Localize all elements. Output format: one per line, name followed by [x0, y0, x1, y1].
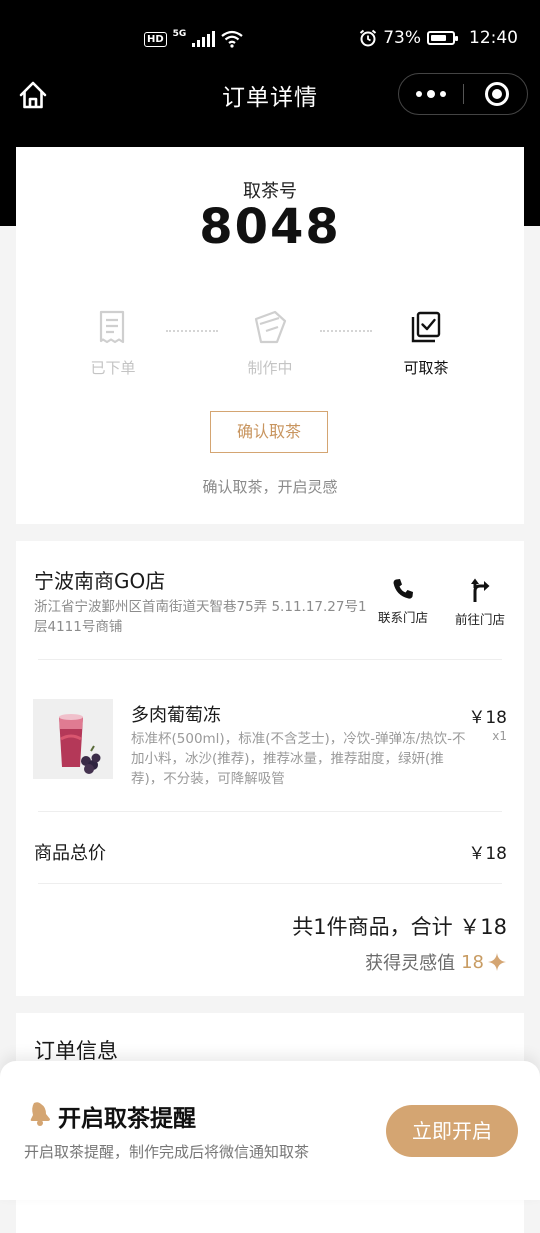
step-making: 制作中 — [220, 309, 320, 378]
reminder-description: 开启取茶提醒，制作完成后将微信通知取茶 — [24, 1143, 310, 1161]
battery-percent: 73% — [383, 28, 421, 48]
direction-turn-icon — [471, 578, 490, 602]
pickup-number: 8048 — [199, 199, 341, 255]
confirm-pickup-button[interactable]: 确认取茶 — [210, 411, 328, 453]
order-total: 共1件商品，合计 ￥18 — [292, 915, 507, 939]
step-label: 制作中 — [247, 359, 293, 377]
target-close-icon[interactable] — [485, 82, 509, 106]
status-right: 73% 12:40 — [359, 28, 518, 48]
status-bar: HD 5G 73% 12:40 — [0, 22, 540, 58]
step-label: 已下单 — [90, 359, 136, 377]
bell-icon — [30, 1102, 50, 1126]
divider — [38, 659, 502, 660]
step-connector — [320, 330, 372, 332]
grape-drink-image — [33, 699, 113, 779]
inspiration-value: 18 — [461, 951, 484, 973]
order-card: 宁波南商GO店 浙江省宁波鄞州区首南街道天智巷75弄 5.11.17.27号1层… — [16, 541, 524, 996]
step-connector — [166, 330, 218, 332]
contact-store-button[interactable]: 联系门店 — [368, 577, 438, 626]
step-ready: 可取茶 — [376, 309, 476, 378]
product-image — [33, 699, 113, 779]
inspiration-points: 获得灵感值 18 — [365, 949, 507, 975]
receipt-icon — [99, 310, 125, 344]
wifi-icon — [221, 30, 244, 48]
mini-program-capsule — [398, 73, 528, 115]
enable-reminder-button[interactable]: 立即开启 — [386, 1105, 518, 1157]
pickup-card: 取茶号 8048 已下单 制作中 可取茶 确认取茶 确认取茶，开启灵感 — [16, 147, 524, 524]
capsule-divider — [463, 84, 464, 104]
navigate-store-button[interactable]: 前往门店 — [445, 577, 515, 628]
product-spec: 标准杯(500ml)，标准(不含芝士)，冷饮-弹弹冻/热饮-不加小料，冰沙(推荐… — [131, 731, 466, 787]
divider — [38, 811, 502, 812]
navigate-store-label: 前往门店 — [454, 612, 505, 627]
product-quantity: x1 — [492, 729, 507, 743]
status-left: HD 5G — [144, 28, 244, 48]
phone-icon — [393, 579, 413, 599]
cup-making-icon — [254, 310, 287, 344]
alarm-icon — [360, 29, 377, 47]
inspiration-label: 获得灵感值 — [365, 953, 456, 974]
more-dots-icon[interactable] — [399, 74, 463, 114]
sparkle-icon — [488, 953, 506, 971]
confirm-hint: 确认取茶，开启灵感 — [202, 478, 338, 496]
divider — [38, 883, 502, 884]
nav-bar: 订单详情 — [0, 66, 540, 124]
step-label: 可取茶 — [403, 359, 449, 377]
step-ordered: 已下单 — [63, 309, 163, 378]
subtotal-label: 商品总价 — [34, 843, 106, 864]
battery-fill — [431, 35, 446, 41]
checkbox-icon — [411, 311, 441, 343]
subtotal-value: ￥18 — [468, 844, 507, 864]
pickup-reminder-sheet: 开启取茶提醒 开启取茶提醒，制作完成后将微信通知取茶 立即开启 — [0, 1061, 540, 1200]
clock: 12:40 — [469, 28, 518, 48]
signal-icon — [192, 31, 216, 47]
hd-badge: HD — [144, 31, 167, 47]
store-address: 浙江省宁波鄞州区首南街道天智巷75弄 5.11.17.27号1层4111号商铺 — [34, 599, 367, 635]
product-price: ￥18 — [468, 708, 507, 728]
battery-icon — [427, 31, 458, 45]
store-name: 宁波南商GO店 — [34, 569, 166, 593]
product-name: 多肉葡萄冻 — [131, 705, 221, 726]
contact-store-label: 联系门店 — [377, 610, 428, 625]
network-type: 5G — [172, 28, 187, 39]
reminder-title: 开启取茶提醒 — [58, 1106, 196, 1132]
